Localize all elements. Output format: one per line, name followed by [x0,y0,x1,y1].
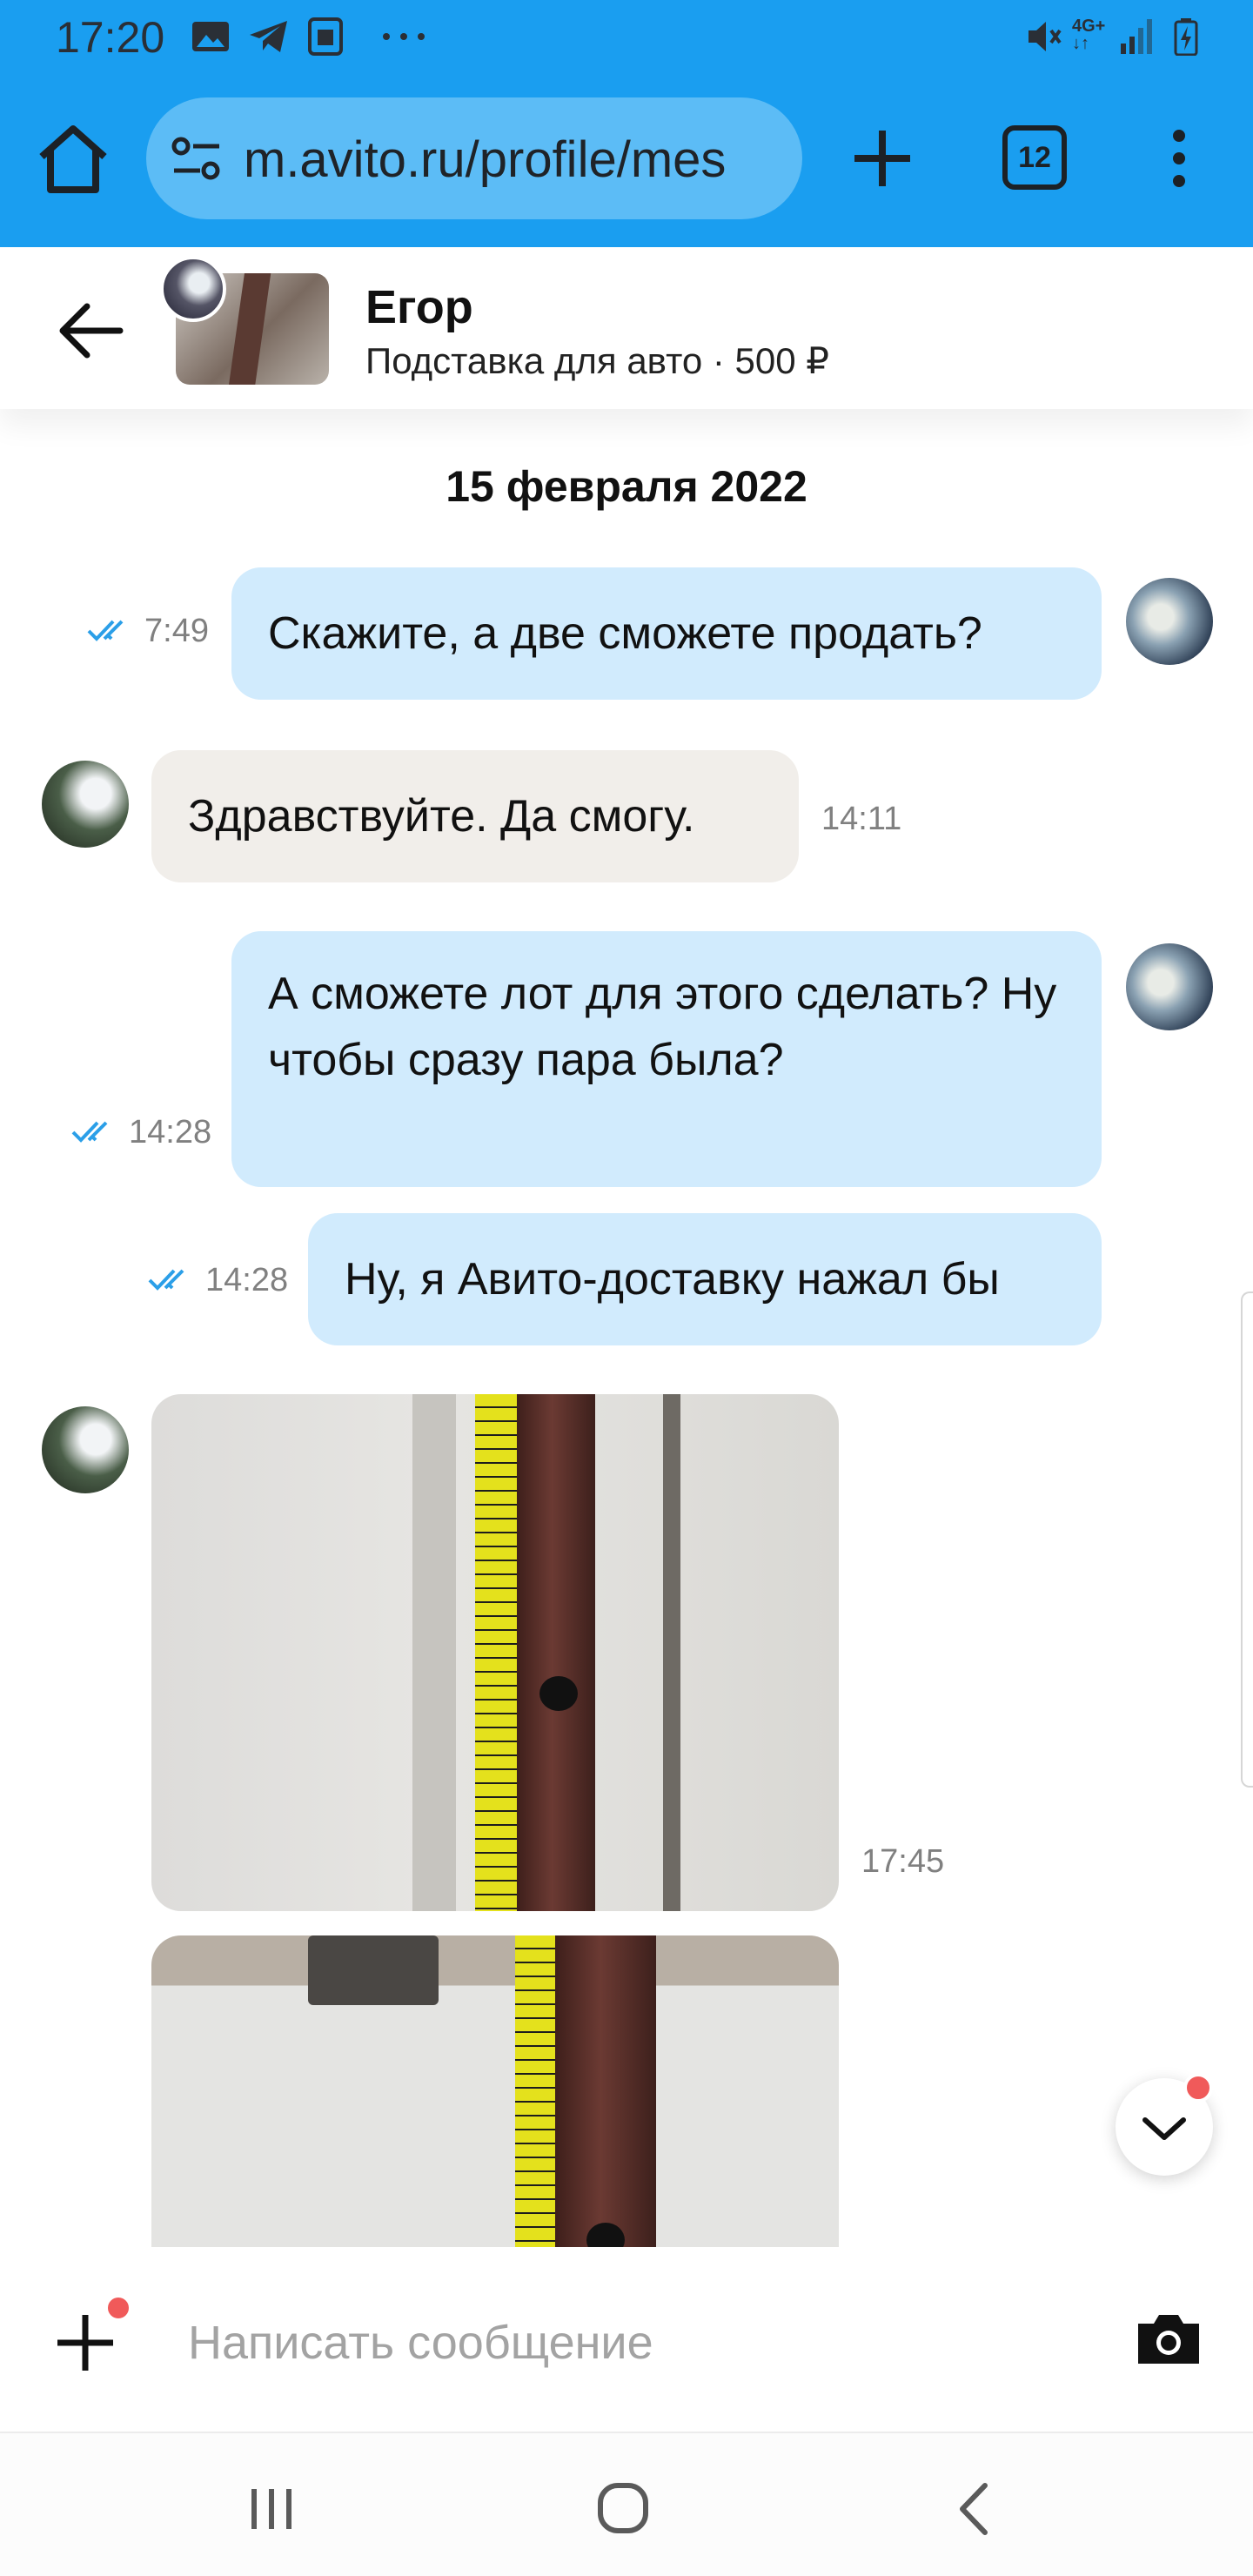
message-bubble-outgoing[interactable]: Скажите, а две сможете продать? [231,567,1102,700]
message-bubble-incoming[interactable]: Здравствуйте. Да смогу. [151,750,799,882]
browser-top-bar: 17:20 4G+ ↓↑ m.avito.ru/profile/mes 12 [0,0,1253,247]
message-time: 14:11 [821,801,902,837]
back-button-icon[interactable] [940,2479,1009,2539]
message-meta: 14:28 [71,1114,211,1151]
read-checkmarks-icon [87,620,124,641]
message-bubble-outgoing[interactable]: А сможете лот для этого сделать? Ну чтоб… [231,931,1102,1187]
home-button-icon[interactable] [588,2479,658,2539]
attach-indicator [104,2294,132,2322]
photo-attachment[interactable] [151,1394,839,1911]
unread-indicator [1183,2073,1213,2103]
browser-toolbar: m.avito.ru/profile/mes 12 [0,87,1253,226]
address-bar[interactable]: m.avito.ru/profile/mes [146,97,802,219]
photo-attachment[interactable] [151,1935,839,2249]
home-icon[interactable] [33,118,113,198]
status-bar: 17:20 4G+ ↓↑ [0,0,1253,77]
mute-icon [1029,22,1062,51]
message-time: 17:45 [861,1843,945,1880]
peer-avatar [42,1406,129,1493]
message-composer [0,2247,1253,2430]
peer-avatar [160,256,226,322]
battery-icon [1174,18,1198,56]
tab-switcher-button[interactable]: 12 [1002,125,1067,190]
message-meta: 14:28 [148,1262,288,1299]
recent-apps-icon[interactable] [237,2479,306,2539]
chat-header: Егор Подставка для авто · 500 ₽ [0,247,1253,409]
message-meta: 7:49 [87,613,209,650]
page-scroll-indicator[interactable] [1241,1291,1253,1788]
site-settings-icon[interactable] [171,134,223,183]
more-icon [383,33,425,40]
my-avatar [1126,943,1213,1030]
camera-icon[interactable] [1135,2310,1203,2367]
read-checkmarks-icon [148,1269,184,1291]
kebab-menu-icon[interactable] [1157,127,1201,190]
message-input[interactable] [188,2299,1102,2386]
new-tab-icon[interactable] [846,122,919,195]
listing-title[interactable]: Подставка для авто · 500 ₽ [365,339,829,382]
signal-icon [1121,19,1152,54]
url-text[interactable]: m.avito.ru/profile/mes [244,131,783,189]
peer-name[interactable]: Егор [365,280,473,334]
date-separator: 15 февраля 2022 [446,462,807,511]
system-navigation-bar [0,2432,1253,2576]
status-time: 17:20 [56,13,165,62]
my-avatar [1126,578,1213,665]
back-arrow-icon[interactable] [56,298,125,364]
image-icon [192,22,229,51]
read-checkmarks-icon [71,1121,108,1143]
sim-icon [308,17,343,56]
attach-plus-icon[interactable] [52,2310,118,2376]
message-bubble-outgoing[interactable]: Ну, я Авито-доставку нажал бы [308,1213,1102,1345]
4g-icon: 4G+ ↓↑ [1072,17,1106,53]
peer-avatar [42,761,129,848]
telegram-icon [250,21,287,52]
